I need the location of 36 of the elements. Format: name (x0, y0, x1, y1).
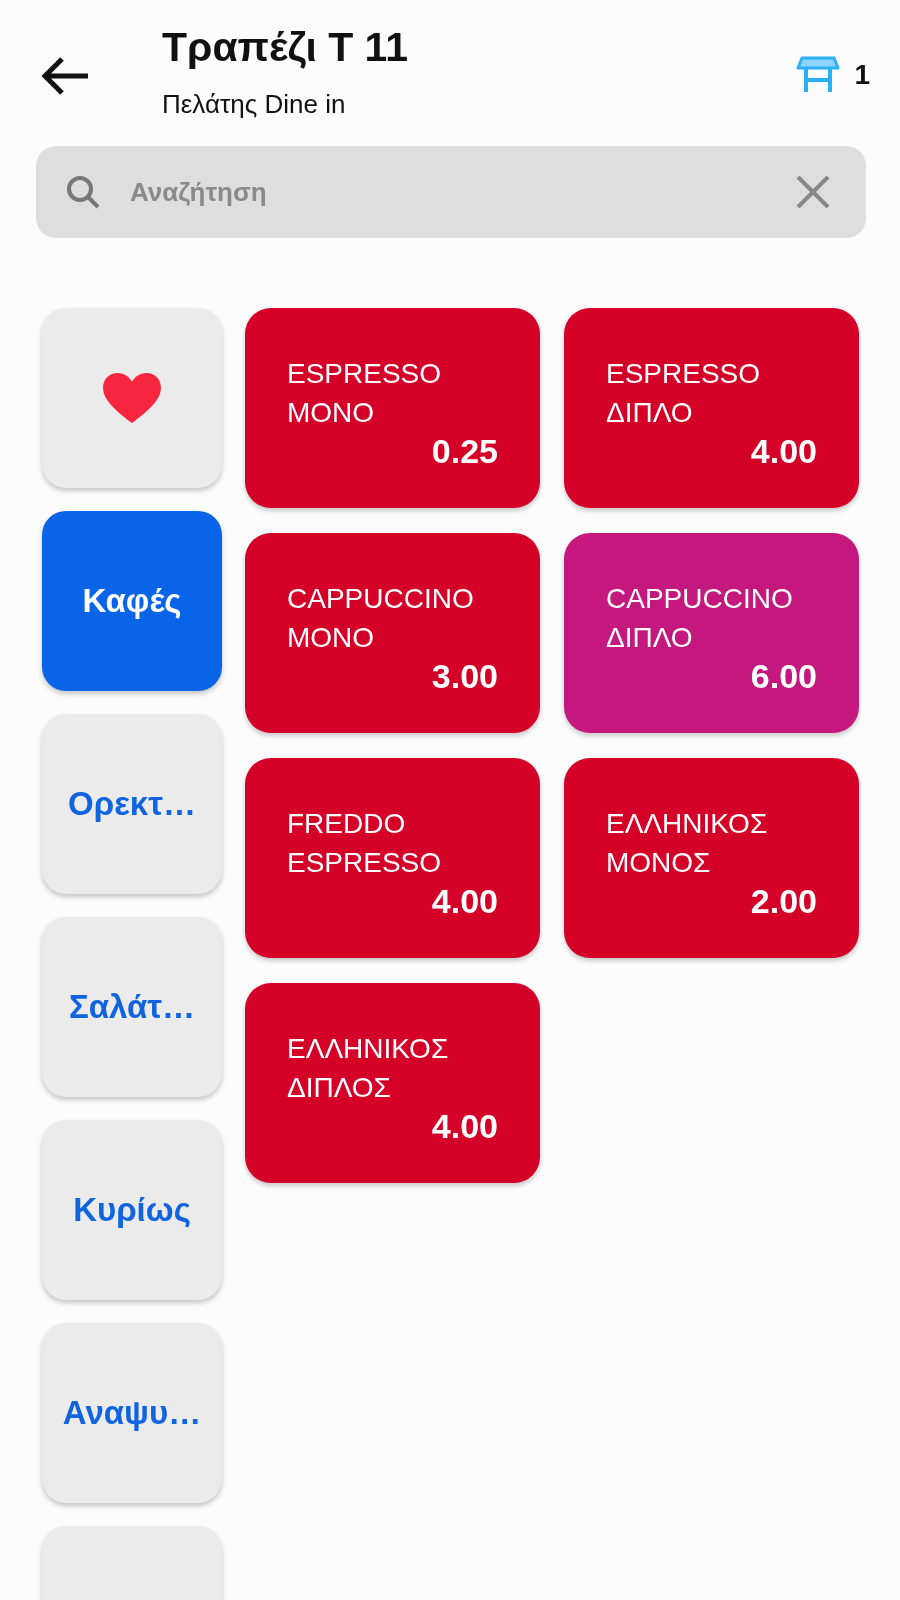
product-card[interactable]: ESPRESSO ΜΟΝΟ 0.25 (245, 308, 540, 508)
product-card[interactable]: CAPPUCCINO ΜΟΝΟ 3.00 (245, 533, 540, 733)
category-tile[interactable]: Καφές (42, 511, 222, 691)
product-card[interactable]: CAPPUCCINO ΔΙΠΛΟ 6.00 (564, 533, 859, 733)
product-card[interactable]: ESPRESSO ΔΙΠΛΟ 4.00 (564, 308, 859, 508)
product-name: ΕΛΛΗΝΙΚΟΣ ΜΟΝΟΣ (606, 807, 769, 880)
clear-icon[interactable] (796, 175, 830, 209)
product-name: ESPRESSO ΔΙΠΛΟ (606, 357, 762, 430)
search-icon (66, 175, 100, 209)
category-tile[interactable]: Αναψυ… (42, 1323, 222, 1503)
heart-icon (101, 371, 163, 425)
product-name: CAPPUCCINO ΜΟΝΟ (287, 582, 475, 655)
search-field[interactable]: Αναζήτηση (36, 146, 866, 238)
product-price: 4.00 (750, 432, 817, 471)
product-price: 3.00 (431, 657, 498, 696)
category-tile[interactable]: Ορεκτ… (42, 714, 222, 894)
product-name: ΕΛΛΗΝΙΚΟΣ ΔΙΠΛΟΣ (287, 1032, 450, 1105)
table-count: 1 (854, 59, 870, 91)
product-name: ESPRESSO ΜΟΝΟ (287, 357, 443, 430)
product-card[interactable]: ΕΛΛΗΝΙΚΟΣ ΔΙΠΛΟΣ 4.00 (245, 983, 540, 1183)
category-tile[interactable]: Κυρίως (42, 1120, 222, 1300)
product-price: 6.00 (750, 657, 817, 696)
back-arrow-icon[interactable] (40, 56, 90, 96)
category-tile[interactable] (42, 308, 222, 488)
product-name: FREDDO ESPRESSO (287, 807, 443, 880)
product-price: 0.25 (431, 432, 498, 471)
product-name: CAPPUCCINO ΔΙΠΛΟ (606, 582, 794, 655)
product-price: 4.00 (431, 1107, 498, 1146)
category-tile[interactable]: Σαλάτ… (42, 917, 222, 1097)
customer-subtitle: Πελάτης Dine in (162, 89, 347, 120)
table-icon (796, 56, 841, 94)
product-price: 2.00 (750, 882, 817, 921)
product-price: 4.00 (431, 882, 498, 921)
page-title: Τραπέζι Τ 11 (162, 24, 409, 71)
product-card[interactable]: FREDDO ESPRESSO 4.00 (245, 758, 540, 958)
product-card[interactable]: ΕΛΛΗΝΙΚΟΣ ΜΟΝΟΣ 2.00 (564, 758, 859, 958)
